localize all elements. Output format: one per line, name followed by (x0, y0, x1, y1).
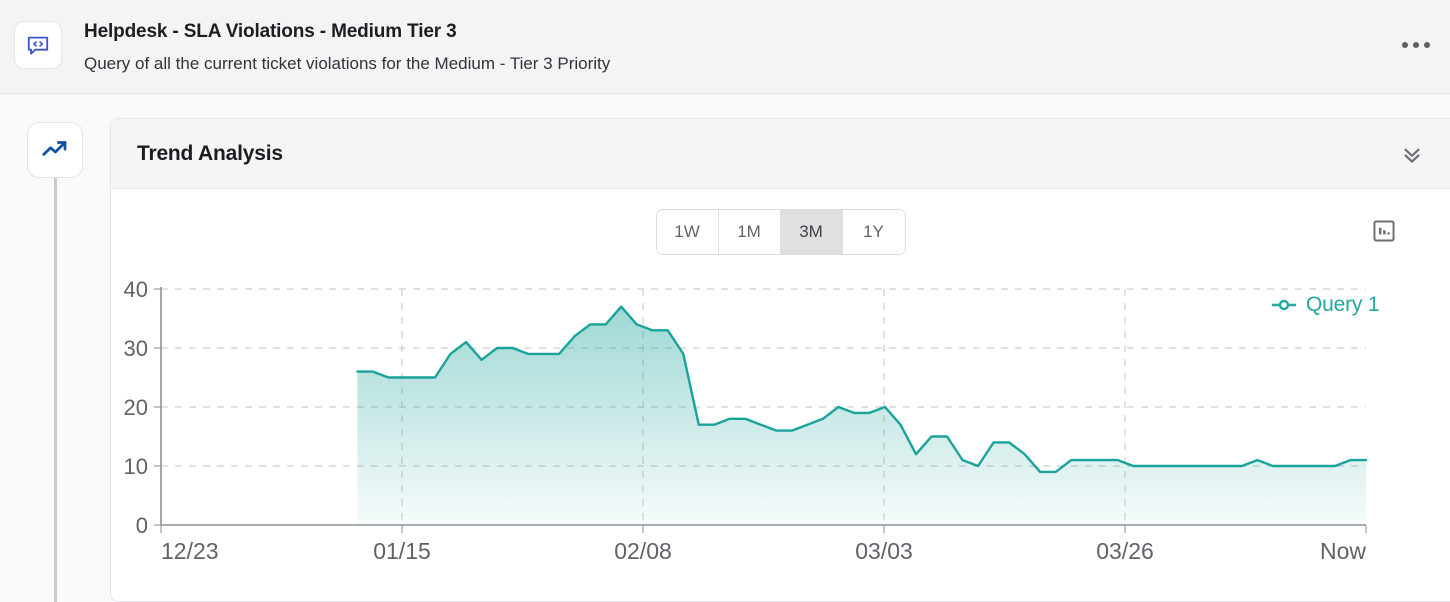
more-options-icon[interactable] (1396, 32, 1436, 58)
range-button-3m[interactable]: 3M (780, 210, 843, 254)
range-button-1w[interactable]: 1W (656, 210, 719, 254)
svg-text:02/08: 02/08 (614, 538, 672, 564)
trend-chart-svg[interactable]: 0 10 20 30 40 12/23 01/15 02/08 03/03 03/26 Now (111, 275, 1431, 575)
body-area: Trend Analysis 1W 1M 3M 1Y 0 10 20 30 40… (0, 94, 1450, 602)
trend-chart[interactable]: 0 10 20 30 40 12/23 01/15 02/08 03/03 03/26 Now Qu… (111, 275, 1450, 595)
page-subtitle: Query of all the current ticket violatio… (84, 54, 611, 73)
menu-dot (1413, 42, 1419, 48)
code-speech-bubble-icon (14, 21, 62, 69)
svg-text:20: 20 (124, 395, 148, 420)
range-button-1y[interactable]: 1Y (842, 210, 905, 254)
card-title: Trend Analysis (137, 141, 283, 165)
svg-text:10: 10 (124, 454, 148, 479)
legend-label-query-1: Query 1 (1306, 293, 1380, 316)
app-header: Helpdesk - SLA Violations - Medium Tier … (0, 0, 1450, 94)
bar-chart-icon[interactable] (1364, 211, 1404, 251)
trend-analysis-card: Trend Analysis 1W 1M 3M 1Y 0 10 20 30 40… (110, 118, 1450, 602)
double-chevron-down-icon[interactable] (1392, 134, 1432, 174)
svg-text:0: 0 (136, 513, 148, 538)
svg-text:03/26: 03/26 (1096, 538, 1154, 564)
card-body: 1W 1M 3M 1Y 0 10 20 30 40 12/23 01/15 02/08 03/0… (111, 189, 1450, 601)
timeline-rail (0, 118, 110, 602)
timeline-connector (53, 176, 57, 602)
svg-text:30: 30 (124, 336, 148, 361)
svg-text:03/03: 03/03 (855, 538, 913, 564)
svg-text:01/15: 01/15 (373, 538, 431, 564)
menu-dot (1402, 42, 1408, 48)
page-title: Helpdesk - SLA Violations - Medium Tier … (84, 21, 457, 42)
time-range-selector[interactable]: 1W 1M 3M 1Y (655, 209, 906, 255)
range-selector-row: 1W 1M 3M 1Y (111, 189, 1450, 275)
range-button-1m[interactable]: 1M (718, 210, 781, 254)
header-text-block: Helpdesk - SLA Violations - Medium Tier … (84, 18, 610, 76)
trending-up-icon[interactable] (27, 122, 83, 178)
chart-legend[interactable]: Query 1 (1271, 293, 1380, 317)
menu-dot (1424, 42, 1430, 48)
legend-marker-icon (1272, 299, 1296, 311)
svg-text:Now: Now (1320, 538, 1366, 564)
svg-text:40: 40 (124, 277, 148, 302)
card-header: Trend Analysis (111, 119, 1450, 189)
svg-text:12/23: 12/23 (161, 538, 219, 564)
